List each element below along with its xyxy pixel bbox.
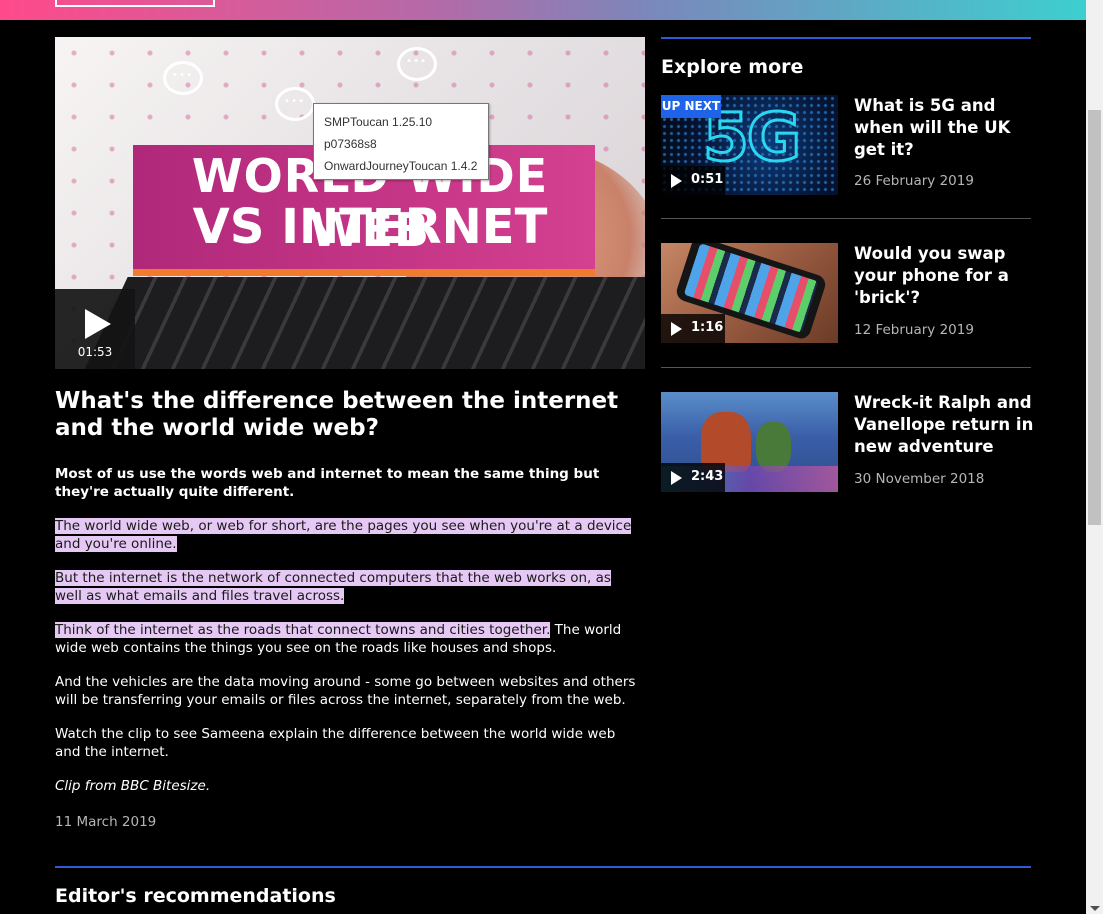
banner-line-2: VS INTERNET — [192, 199, 548, 255]
top-gradient-bar — [0, 0, 1086, 20]
page-scrollbar[interactable] — [1086, 0, 1103, 914]
card-title[interactable]: Would you swap your phone for a 'brick'? — [854, 243, 1034, 309]
version-tooltip: SMPToucan 1.25.10 p07368s8 OnwardJourney… — [313, 103, 489, 180]
article-paragraph: Watch the clip to see Sameena explain th… — [55, 726, 616, 760]
play-icon — [85, 309, 111, 339]
video-player[interactable]: WORLD WIDE WEB VS INTERNET 01:53 — [55, 37, 645, 369]
card-divider — [661, 218, 1031, 219]
laptop-keyboard-image — [62, 277, 645, 369]
newsround-logo[interactable] — [55, 0, 215, 7]
play-badge[interactable]: 2:43 — [661, 463, 725, 492]
card-divider — [661, 367, 1031, 368]
article-intro: Most of us use the words web and interne… — [55, 466, 600, 500]
play-button[interactable]: 01:53 — [55, 289, 135, 369]
highlighted-text: The world wide web, or web for short, ar… — [55, 518, 632, 552]
card-title[interactable]: What is 5G and when will the UK get it? — [854, 95, 1034, 161]
play-icon — [671, 174, 682, 188]
card-date: 12 February 2019 — [854, 322, 974, 338]
article-paragraph: Think of the internet as the roads that … — [55, 621, 640, 657]
thumbnail-phone[interactable]: 1:16 — [661, 243, 838, 343]
tooltip-line: SMPToucan 1.25.10 — [324, 115, 433, 129]
article-paragraph: But the internet is the network of conne… — [55, 569, 640, 605]
highlighted-text: But the internet is the network of conne… — [55, 570, 611, 604]
chat-bubble-icon — [275, 87, 315, 121]
up-next-badge: UP NEXT — [661, 95, 721, 118]
editors-recommendations-heading: Editor's recommendations — [55, 885, 336, 907]
video-duration: 2:43 — [691, 469, 724, 484]
title-banner-stripe — [133, 269, 595, 276]
article-paragraph: The world wide web, or web for short, ar… — [55, 517, 640, 553]
tooltip-line: p07368s8 — [324, 137, 377, 151]
card-date: 30 November 2018 — [854, 471, 985, 487]
highlighted-text: Think of the internet as the roads that … — [55, 622, 551, 638]
explore-more-heading: Explore more — [661, 56, 804, 78]
scrollbar-thumb[interactable] — [1088, 110, 1101, 525]
card-date: 26 February 2019 — [854, 173, 974, 189]
article-paragraph: And the vehicles are the data moving aro… — [55, 674, 636, 708]
play-badge[interactable]: 0:51 — [661, 166, 725, 195]
tooltip-line: OnwardJourneyToucan 1.4.2 — [324, 159, 478, 173]
chat-bubble-icon — [397, 47, 437, 81]
scroll-down-arrow-icon[interactable] — [1090, 906, 1100, 911]
clip-credit: Clip from BBC Bitesize. — [55, 778, 211, 794]
video-duration: 0:51 — [691, 172, 724, 187]
character-image — [756, 422, 791, 472]
video-duration: 01:53 — [77, 345, 113, 359]
play-icon — [671, 471, 682, 485]
section-rule — [55, 866, 1031, 868]
sidebar-top-rule — [661, 37, 1031, 39]
article-headline: What's the difference between the intern… — [55, 388, 619, 441]
chat-bubble-icon — [163, 61, 203, 95]
play-badge[interactable]: 1:16 — [661, 314, 725, 343]
video-duration: 1:16 — [691, 320, 724, 335]
thumbnail-ralph[interactable]: 2:43 — [661, 392, 838, 492]
card-title[interactable]: Wreck-it Ralph and Vanellope return in n… — [854, 392, 1034, 458]
article-date: 11 March 2019 — [55, 814, 157, 830]
play-icon — [671, 322, 682, 336]
